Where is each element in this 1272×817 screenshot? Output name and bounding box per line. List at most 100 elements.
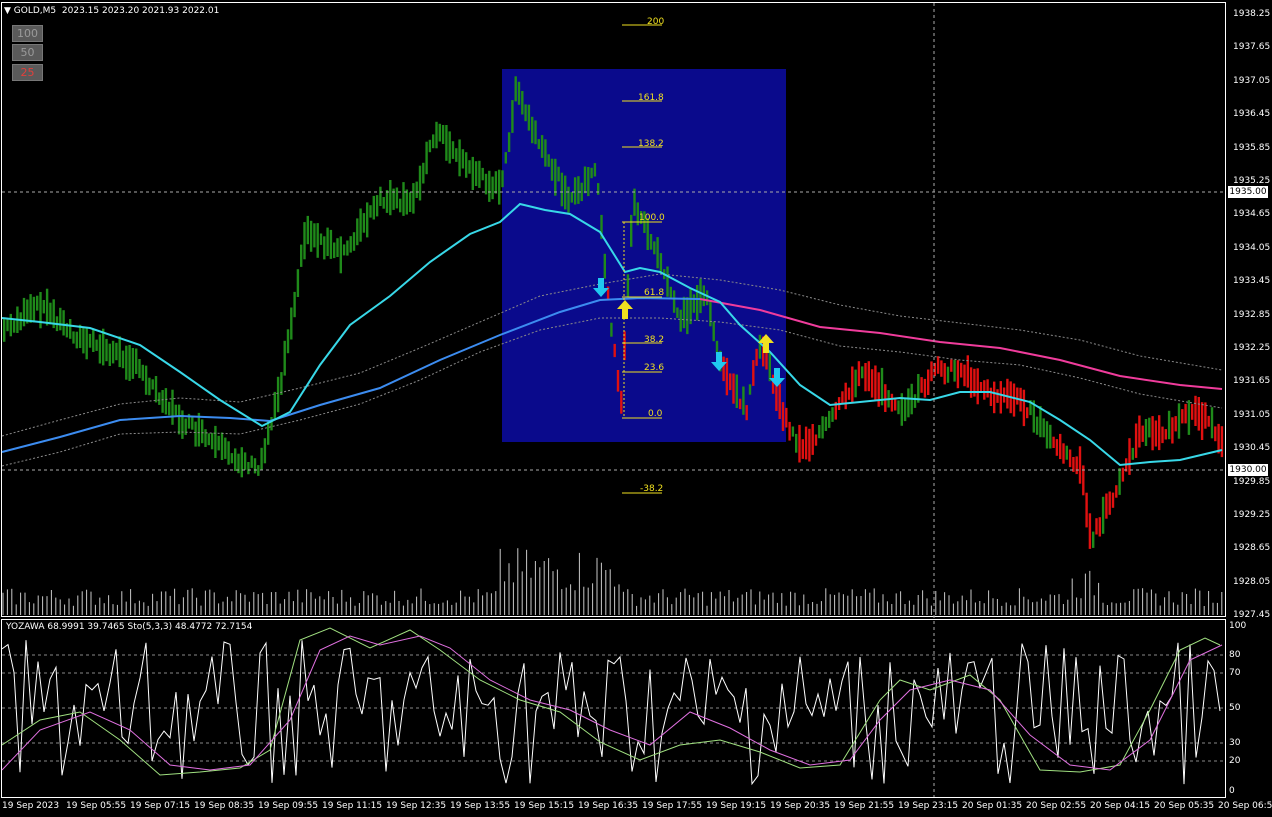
price-bar bbox=[963, 364, 966, 387]
price-tag-1930: 1930.00 bbox=[1228, 464, 1268, 476]
price-bar bbox=[484, 173, 488, 195]
time-tick-label: 20 Sep 04:15 bbox=[1090, 801, 1151, 811]
price-bar bbox=[1016, 387, 1019, 405]
price-bar bbox=[874, 365, 877, 401]
price-bar bbox=[656, 237, 659, 269]
level-100-button[interactable]: 100 bbox=[12, 25, 43, 42]
price-bar bbox=[738, 398, 742, 410]
price-bar bbox=[788, 421, 791, 441]
price-bar bbox=[445, 125, 448, 161]
price-bar bbox=[356, 218, 359, 246]
price-bar bbox=[1151, 416, 1154, 451]
price-tick-label: 1937.05 bbox=[1233, 75, 1271, 86]
chart-canvas[interactable] bbox=[0, 0, 1272, 817]
price-bar bbox=[135, 348, 138, 374]
price-bar bbox=[630, 214, 633, 247]
price-bar bbox=[1220, 426, 1224, 458]
price-bar bbox=[709, 300, 712, 327]
price-bar bbox=[1006, 378, 1009, 409]
price-bar bbox=[128, 345, 131, 381]
price-bar bbox=[62, 310, 65, 336]
price-bar bbox=[154, 376, 158, 403]
price-bar bbox=[795, 433, 798, 453]
price-bar bbox=[831, 407, 834, 422]
price-bar bbox=[1098, 517, 1101, 537]
fib-selection-box[interactable] bbox=[502, 69, 786, 442]
price-bar bbox=[814, 434, 818, 446]
price-bar bbox=[194, 421, 197, 447]
price-bar bbox=[1092, 531, 1095, 548]
price-tick-label: 1929.25 bbox=[1233, 510, 1271, 520]
price-bar bbox=[524, 104, 527, 122]
price-bar bbox=[560, 172, 564, 207]
oscillator-tick-label: 70 bbox=[1229, 668, 1241, 678]
price-bar bbox=[72, 331, 75, 344]
price-bar bbox=[550, 158, 554, 181]
price-tick-label: 1938.25 bbox=[1233, 9, 1271, 19]
price-bar bbox=[1214, 426, 1217, 442]
fib-label: 38.2 bbox=[644, 335, 665, 345]
price-bar bbox=[438, 123, 441, 142]
time-tick-label: 20 Sep 06:55 bbox=[1218, 801, 1272, 811]
oscillator-tick-label: 0 bbox=[1229, 786, 1235, 796]
price-bar bbox=[465, 152, 468, 178]
price-bar bbox=[828, 410, 831, 428]
price-bar bbox=[778, 384, 781, 419]
price-bar bbox=[372, 195, 375, 220]
price-bar bbox=[989, 387, 993, 406]
price-bar bbox=[395, 187, 399, 209]
price-bar bbox=[983, 380, 986, 400]
price-bar bbox=[1095, 518, 1098, 535]
price-tick-label: 1934.65 bbox=[1233, 209, 1271, 220]
price-bar bbox=[488, 170, 491, 202]
price-bar bbox=[1049, 424, 1052, 449]
price-bar bbox=[319, 233, 323, 245]
price-bar bbox=[273, 391, 276, 421]
level-25-button[interactable]: 25 bbox=[12, 64, 43, 81]
price-bar bbox=[111, 340, 115, 364]
price-bar bbox=[818, 425, 821, 439]
price-bar bbox=[547, 154, 550, 167]
price-tick-label: 1936.45 bbox=[1233, 109, 1271, 120]
price-bar bbox=[1026, 407, 1029, 419]
price-bar bbox=[758, 334, 762, 359]
price-bar bbox=[603, 253, 606, 279]
stochastic-main bbox=[1, 627, 1221, 776]
price-bar bbox=[798, 424, 801, 463]
price-bar bbox=[1052, 436, 1055, 448]
price-bar bbox=[824, 416, 828, 431]
price-bar bbox=[105, 338, 108, 362]
price-tick-label: 1931.65 bbox=[1233, 376, 1271, 387]
price-bar bbox=[534, 120, 537, 145]
price-bar bbox=[45, 288, 49, 326]
price-bar bbox=[260, 447, 263, 471]
price-bar bbox=[366, 202, 369, 238]
price-bar bbox=[616, 370, 620, 392]
price-bar bbox=[210, 432, 214, 450]
price-bar bbox=[306, 215, 309, 245]
price-bar bbox=[540, 135, 544, 158]
price-bar bbox=[164, 388, 168, 415]
price-bar bbox=[672, 290, 676, 313]
price-bar bbox=[379, 186, 382, 206]
price-bar bbox=[1204, 402, 1207, 429]
price-bar bbox=[405, 189, 408, 215]
price-bar bbox=[996, 389, 999, 403]
fib-label: 61.8 bbox=[644, 288, 665, 298]
price-bar bbox=[1194, 395, 1197, 426]
price-bar bbox=[956, 360, 960, 389]
price-bar bbox=[930, 361, 933, 382]
price-bar bbox=[1138, 415, 1141, 448]
chart-menu-icon[interactable]: ▼ bbox=[4, 6, 11, 16]
price-bar bbox=[666, 266, 669, 297]
price-bar bbox=[907, 388, 910, 418]
price-tick-label: 1928.65 bbox=[1233, 543, 1271, 554]
oscillator-tick-label: 50 bbox=[1229, 703, 1241, 713]
level-50-button[interactable]: 50 bbox=[12, 44, 43, 61]
price-bar bbox=[613, 343, 616, 358]
price-bar bbox=[151, 379, 154, 390]
time-tick-label: 19 Sep 15:15 bbox=[514, 801, 575, 811]
price-bar bbox=[481, 167, 484, 181]
price-bar bbox=[1191, 404, 1194, 420]
price-bar bbox=[1161, 426, 1164, 444]
